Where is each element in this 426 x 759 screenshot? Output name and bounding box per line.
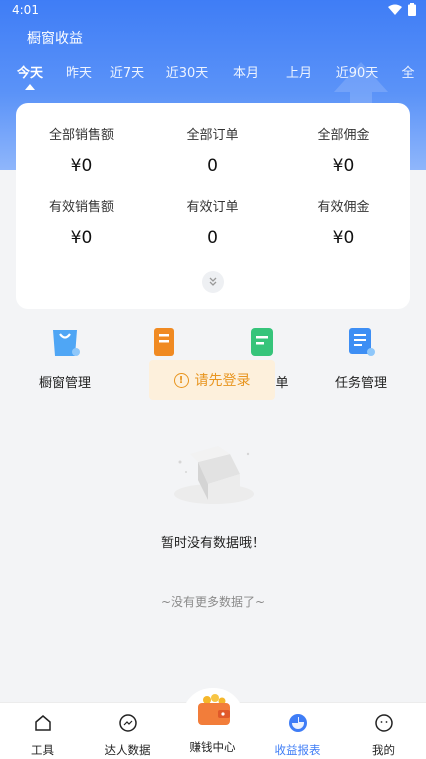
- active-tab-indicator: [25, 84, 35, 90]
- tab-this-month[interactable]: 本月: [218, 62, 274, 94]
- stat-value: ¥0: [332, 228, 355, 248]
- stat-value: ¥0: [332, 156, 355, 176]
- order-icon: [251, 328, 273, 356]
- stat-valid-orders: 有效订单 0: [147, 196, 278, 248]
- toast-text: 请先登录: [194, 373, 251, 389]
- nav-label: 工具: [31, 743, 54, 757]
- tab-label: 近7天: [109, 66, 145, 81]
- tab-today[interactable]: 今天: [0, 62, 60, 94]
- tab-label: 全: [401, 66, 415, 81]
- stat-label: 全部佣金: [317, 128, 370, 143]
- home-icon: [34, 715, 51, 731]
- chevron-double-down-icon: [209, 277, 217, 286]
- empty-box-illustration: [174, 446, 254, 504]
- empty-state-text: 暂时没有数据哦！: [160, 536, 265, 551]
- stat-label: 有效销售额: [48, 200, 114, 215]
- status-bar: 4:01: [0, 0, 426, 20]
- nav-label: 收益报表: [274, 743, 321, 757]
- stat-value: 0: [207, 156, 218, 176]
- menu-window-management[interactable]: 橱窗管理: [15, 322, 115, 391]
- menu-task-management[interactable]: 任务管理: [311, 322, 411, 391]
- battery-icon: [408, 3, 416, 16]
- nav-item-talent-data[interactable]: 达人数据: [85, 703, 170, 759]
- stat-label: 有效佣金: [317, 200, 370, 215]
- stat-valid-sales: 有效销售额 ¥0: [16, 196, 147, 248]
- nav-item-mine[interactable]: 我的: [341, 703, 426, 759]
- nav-label: 我的: [372, 743, 395, 757]
- tab-30days[interactable]: 近30天: [156, 62, 218, 94]
- bill-icon: [154, 328, 174, 356]
- tab-yesterday[interactable]: 昨天: [60, 62, 98, 94]
- stat-value: 0: [207, 228, 218, 248]
- tab-all[interactable]: 全: [390, 62, 426, 94]
- tab-label: 近90天: [335, 66, 379, 81]
- stat-value: ¥0: [70, 156, 93, 176]
- tab-label: 上月: [285, 66, 312, 81]
- tab-7days[interactable]: 近7天: [98, 62, 156, 94]
- stat-total-sales: 全部销售额 ¥0: [16, 124, 147, 176]
- date-range-tabs: 今天 昨天 近7天 近30天 本月 上月 近90天 全: [0, 62, 426, 94]
- nav-item-tools[interactable]: 工具: [0, 703, 85, 759]
- no-more-data-text: ~没有更多数据了~: [160, 595, 266, 609]
- login-toast: ! 请先登录: [149, 360, 275, 400]
- warning-icon: !: [173, 372, 189, 388]
- stat-label: 全部订单: [186, 128, 239, 143]
- menu-label: 任务管理: [334, 376, 387, 391]
- stat-value: ¥0: [70, 228, 93, 248]
- page-title: 橱窗收益: [27, 31, 83, 47]
- nav-label: 赚钱中心: [189, 740, 236, 754]
- tab-label: 今天: [16, 66, 43, 81]
- talent-icon: [118, 714, 137, 732]
- status-time: 4:01: [12, 3, 39, 17]
- nav-label: 达人数据: [104, 743, 151, 757]
- menu-label: 橱窗管理: [38, 376, 91, 391]
- profile-icon: [374, 714, 393, 732]
- tab-label: 近30天: [165, 66, 209, 81]
- wallet-icon[interactable]: [196, 694, 232, 726]
- tab-label: 本月: [232, 66, 259, 81]
- stat-total-orders: 全部订单 0: [147, 124, 278, 176]
- task-list-icon: [349, 328, 375, 356]
- tab-90days[interactable]: 近90天: [324, 62, 390, 94]
- stats-card: 全部销售额 ¥0 全部订单 0 全部佣金 ¥0 有效销售额 ¥0 有效订单 0 …: [16, 103, 410, 309]
- shopping-bag-icon: [53, 330, 80, 356]
- stat-total-commission: 全部佣金 ¥0: [278, 124, 409, 176]
- expand-button[interactable]: [202, 271, 224, 293]
- stat-label: 全部销售额: [48, 128, 114, 143]
- tab-last-month[interactable]: 上月: [274, 62, 324, 94]
- stat-label: 有效订单: [186, 200, 239, 215]
- stat-valid-commission: 有效佣金 ¥0: [278, 196, 409, 248]
- pie-chart-icon: [288, 714, 307, 732]
- nav-item-earnings-report[interactable]: 收益报表: [255, 703, 340, 759]
- tab-label: 昨天: [65, 66, 92, 81]
- wifi-icon: [388, 4, 402, 15]
